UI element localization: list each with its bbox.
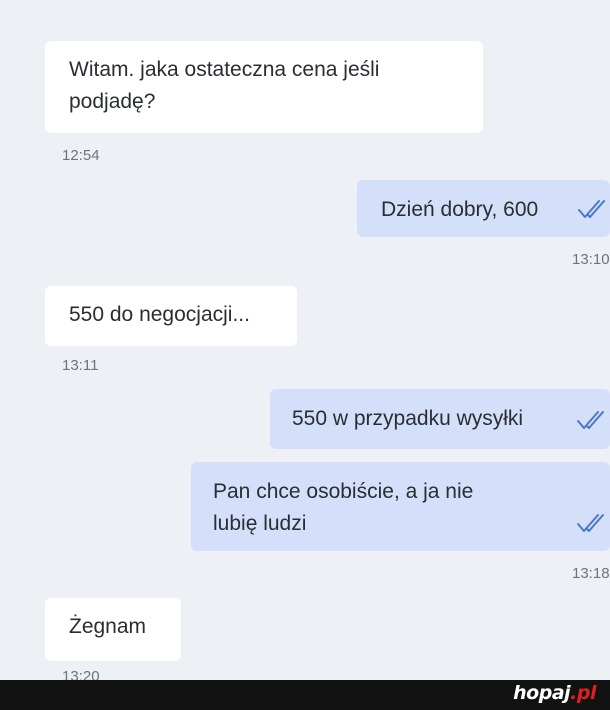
logo-name: hopaj [513, 682, 571, 704]
outgoing-message[interactable]: Pan chce osobiście, a ja nie lubię ludzi [191, 462, 610, 551]
message-time: 12:54 [62, 147, 100, 164]
message-time: 13:10 [572, 251, 610, 268]
double-check-icon [578, 200, 605, 218]
message-time: 13:20 [62, 668, 100, 680]
message-text: Żegnam [69, 615, 147, 638]
outgoing-message[interactable]: 550 w przypadku wysyłki [270, 389, 610, 449]
message-text: Dzień dobry, 600 [381, 198, 539, 221]
incoming-message[interactable]: Żegnam [45, 598, 181, 661]
message-time: 13:18 [572, 565, 610, 582]
chat-thread: Witam. jaka ostateczna cena jeśli podjad… [0, 0, 610, 680]
double-check-icon [577, 514, 604, 532]
hopaj-logo: hopaj.pl [513, 682, 596, 704]
logo-tld: pl [576, 682, 597, 704]
message-time: 13:11 [62, 357, 99, 374]
message-text: Pan chce osobiście, a ja nie lubię ludzi [213, 480, 474, 535]
watermark-bar: hopaj.pl [0, 680, 610, 710]
message-text: 550 w przypadku wysyłki [292, 407, 524, 430]
message-text: Witam. jaka ostateczna cena jeśli podjad… [69, 58, 380, 113]
logo-dot: . [570, 682, 577, 704]
double-check-icon [577, 411, 604, 429]
message-text: 550 do negocjacji... [69, 303, 250, 326]
incoming-message[interactable]: Witam. jaka ostateczna cena jeśli podjad… [45, 41, 483, 133]
incoming-message[interactable]: 550 do negocjacji... [45, 286, 297, 346]
outgoing-message[interactable]: Dzień dobry, 600 [357, 180, 610, 237]
